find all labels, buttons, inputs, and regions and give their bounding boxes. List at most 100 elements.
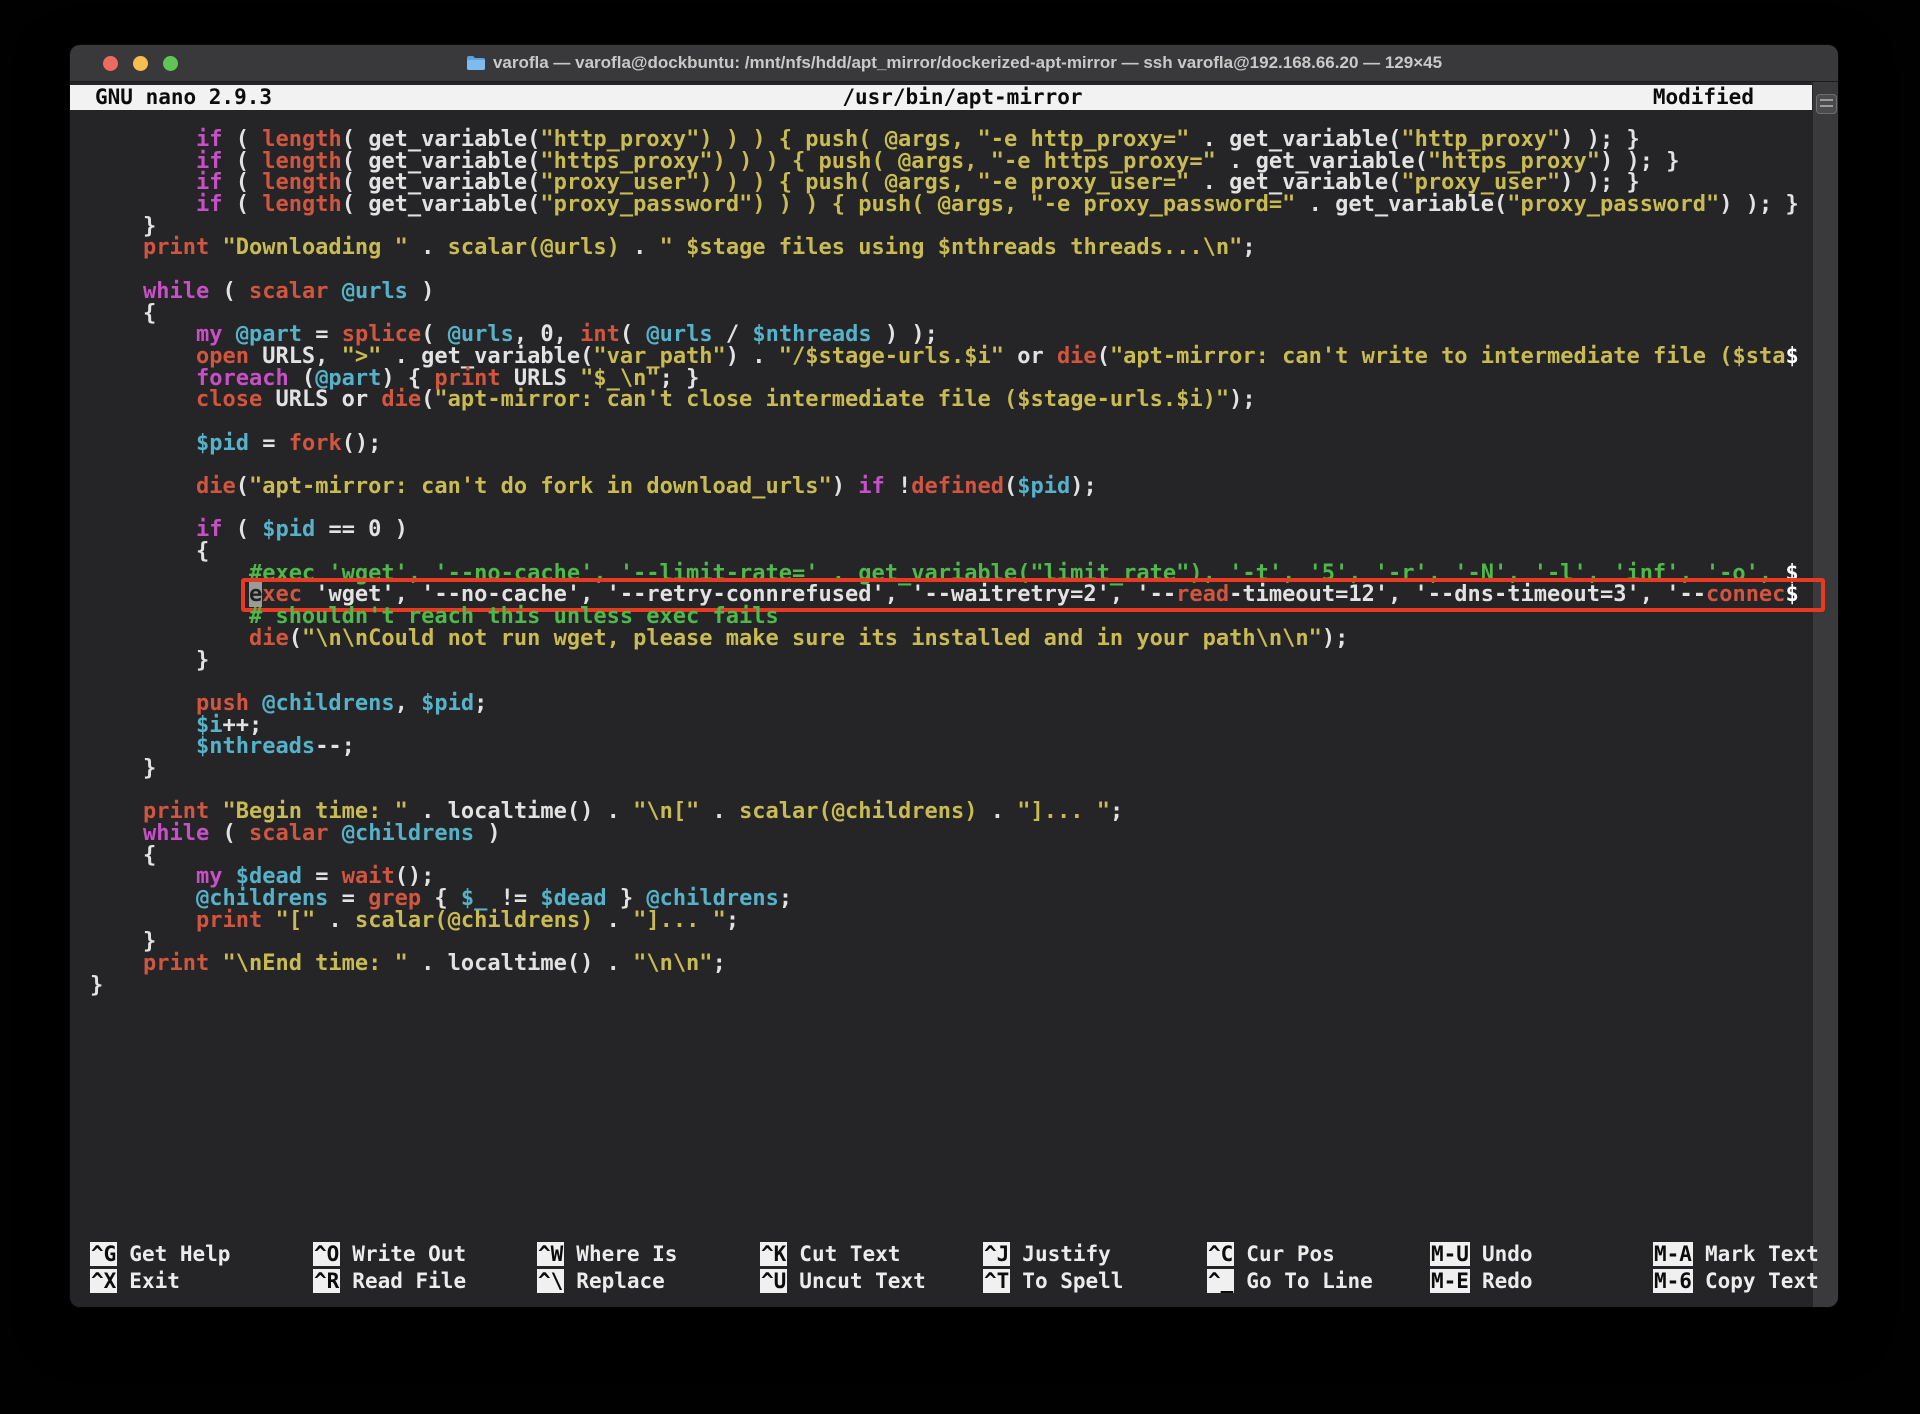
shortcut-label: Copy Text (1705, 1269, 1819, 1293)
shortcut-label: Mark Text (1705, 1242, 1819, 1266)
code-line: } (90, 758, 1802, 780)
shortcut-key: ^G (90, 1242, 117, 1266)
code-line: $pid = fork(); (90, 433, 1802, 455)
window-titlebar[interactable]: varofla — varofla@dockbuntu: /mnt/nfs/hd… (70, 45, 1838, 82)
code-line: if ( $pid == 0 ) (90, 519, 1802, 541)
code-line: } (90, 216, 1802, 238)
shortcut-key: ^J (983, 1242, 1010, 1266)
code-line: if ( length( get_variable("https_proxy")… (90, 151, 1802, 173)
window-title-wrap: varofla — varofla@dockbuntu: /mnt/nfs/hd… (70, 53, 1838, 73)
shortcut-key: M-6 (1653, 1269, 1693, 1293)
code-area[interactable]: if ( length( get_variable("http_proxy") … (90, 129, 1802, 997)
shortcut-item: ^K Cut Text (760, 1241, 900, 1267)
shortcut-item: ^J Justify (983, 1241, 1111, 1267)
code-line: } (90, 650, 1802, 672)
close-button[interactable] (103, 56, 118, 71)
code-line: @childrens = grep { $_ != $dead } @child… (90, 888, 1802, 910)
folder-icon (466, 55, 486, 71)
shortcut-key: ^_ (1207, 1269, 1234, 1293)
code-line: if ( length( get_variable("http_proxy") … (90, 129, 1802, 151)
scroll-indicator-icon[interactable] (1816, 94, 1837, 114)
shortcut-label: Replace (576, 1269, 665, 1293)
code-line: } (90, 931, 1802, 953)
code-line: foreach (@part) { print URLS "$_\n"; } (90, 368, 1802, 390)
nano-version: GNU nano 2.9.3 (70, 85, 272, 110)
code-line: $nthreads--; (90, 736, 1802, 758)
window-title: varofla — varofla@dockbuntu: /mnt/nfs/hd… (493, 53, 1442, 73)
shortcut-label: Uncut Text (799, 1269, 925, 1293)
nano-file-path: /usr/bin/apt-mirror (842, 85, 1082, 110)
shortcut-item: M-6 Copy Text (1653, 1268, 1819, 1294)
shortcut-key: ^W (537, 1242, 564, 1266)
shortcut-key: M-E (1430, 1269, 1470, 1293)
shortcut-item: ^T To Spell (983, 1268, 1123, 1294)
shortcut-label: Go To Line (1246, 1269, 1372, 1293)
shortcut-key: M-U (1430, 1242, 1470, 1266)
nano-modified-status: Modified (1653, 85, 1812, 110)
code-line (90, 498, 1802, 520)
code-line: #exec 'wget', '--no-cache', '--limit-rat… (90, 563, 1802, 585)
shortcut-key: ^U (760, 1269, 787, 1293)
shortcut-item: M-A Mark Text (1653, 1241, 1819, 1267)
shortcut-label: Write Out (352, 1242, 466, 1266)
code-line: print "Downloading " . scalar(@urls) . "… (90, 237, 1802, 259)
shortcut-label: Where Is (576, 1242, 677, 1266)
shortcut-label: Read File (352, 1269, 466, 1293)
terminal-content[interactable]: GNU nano 2.9.3 /usr/bin/apt-mirror Modif… (70, 82, 1838, 1307)
shortcut-row: ^GGet Help ^O Write Out ^W Where Is ^K Cut Tex… (90, 1241, 1808, 1268)
shortcut-key: ^O (313, 1242, 340, 1266)
zoom-button[interactable] (163, 56, 178, 71)
code-line: my @part = splice( @urls, 0, int( @urls … (90, 324, 1802, 346)
shortcut-item: ^C Cur Pos (1207, 1241, 1335, 1267)
code-line: die("apt-mirror: can't do fork in downlo… (90, 476, 1802, 498)
code-line (90, 259, 1802, 281)
code-line: die("\n\nCould not run wget, please make… (90, 628, 1802, 650)
code-line (90, 671, 1802, 693)
shortcut-key: ^X (90, 1269, 117, 1293)
code-line: open URLS, ">" . get_variable("var_path"… (90, 346, 1802, 368)
shortcut-label: To Spell (1022, 1269, 1123, 1293)
shortcut-label: Cut Text (799, 1242, 900, 1266)
shortcut-item: ^GGet Help (90, 1241, 230, 1267)
shortcut-label: Justify (1022, 1242, 1111, 1266)
code-line: if ( length( get_variable("proxy_user") … (90, 172, 1802, 194)
code-line (90, 780, 1802, 802)
shortcut-key: ^K (760, 1242, 787, 1266)
code-line: { (90, 541, 1802, 563)
shortcut-key: ^C (1207, 1242, 1234, 1266)
shortcut-item: M-UUndo (1430, 1241, 1533, 1267)
shortcut-label: Exit (129, 1269, 180, 1293)
shortcut-item: M-ERedo (1430, 1268, 1533, 1294)
code-line: # shouldn't reach this unless exec fails (90, 606, 1802, 628)
code-line (90, 411, 1802, 433)
code-line: my $dead = wait(); (90, 866, 1802, 888)
shortcut-key: M-A (1653, 1242, 1693, 1266)
shortcut-item: ^O Write Out (313, 1241, 466, 1267)
minimize-button[interactable] (133, 56, 148, 71)
shortcut-key: ^T (983, 1269, 1010, 1293)
code-line: print "\nEnd time: " . localtime() . "\n… (90, 953, 1802, 975)
code-line: if ( length( get_variable("proxy_passwor… (90, 194, 1802, 216)
shortcut-key: ^\ (537, 1269, 564, 1293)
code-line: push @childrens, $pid; (90, 693, 1802, 715)
code-line: } (90, 975, 1802, 997)
shortcut-bar: ^GGet Help ^O Write Out ^W Where Is ^K Cut Tex… (90, 1241, 1808, 1295)
code-line: while ( scalar @urls ) (90, 281, 1802, 303)
code-line: print "[" . scalar(@childrens) . "]... "… (90, 910, 1802, 932)
terminal-window: varofla — varofla@dockbuntu: /mnt/nfs/hd… (70, 45, 1838, 1307)
code-line: exec 'wget', '--no-cache', '--retry-conn… (90, 584, 1802, 606)
scrollbar-track[interactable] (1813, 82, 1838, 1307)
shortcut-item: ^U Uncut Text (760, 1268, 926, 1294)
shortcut-item: ^W Where Is (537, 1241, 677, 1267)
shortcut-item: ^_ Go To Line (1207, 1268, 1373, 1294)
shortcut-label: Cur Pos (1246, 1242, 1335, 1266)
traffic-lights (103, 45, 178, 81)
code-line: while ( scalar @childrens ) (90, 823, 1802, 845)
shortcut-row: ^XExit^RRead File^\Replace^UUncut Text^T… (90, 1268, 1808, 1295)
shortcut-item: ^X Exit (90, 1268, 180, 1294)
shortcut-item: ^\ Replace (537, 1268, 665, 1294)
code-line: { (90, 303, 1802, 325)
code-line: { (90, 845, 1802, 867)
code-line: close URLS or die("apt-mirror: can't clo… (90, 389, 1802, 411)
code-line: print "Begin time: " . localtime() . "\n… (90, 801, 1802, 823)
